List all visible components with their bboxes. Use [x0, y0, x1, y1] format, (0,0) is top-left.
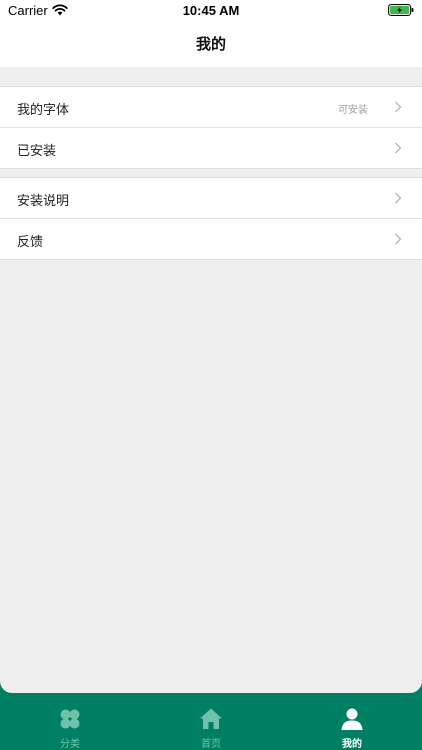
battery-charging-icon — [388, 4, 414, 16]
chevron-right-icon — [395, 142, 402, 154]
chevron-right-icon — [395, 192, 402, 204]
tab-profile[interactable]: 我的 — [282, 693, 422, 750]
page-title: 我的 — [195, 35, 226, 53]
clover-icon — [60, 709, 80, 729]
status-bar: Carrier 10:45 AM — [0, 0, 422, 22]
menu-item-label: 我的字体 — [17, 103, 70, 118]
person-icon — [341, 708, 363, 730]
settings-group-fonts: 我的字体 可安装 已安装 — [0, 86, 422, 169]
menu-item-label: 安装说明 — [17, 194, 70, 209]
chevron-right-icon — [395, 233, 402, 245]
header: Carrier 10:45 AM 我的 — [0, 0, 422, 67]
menu-item-feedback[interactable]: 反馈 — [0, 218, 422, 259]
tab-home[interactable]: 首页 — [141, 693, 281, 750]
tab-label: 首页 — [201, 739, 221, 750]
tab-category[interactable]: 分类 — [0, 693, 140, 750]
menu-item-my-fonts[interactable]: 我的字体 可安装 — [0, 87, 422, 127]
menu-item-label: 反馈 — [17, 235, 44, 250]
menu-item-value: 可安装 — [338, 105, 368, 116]
menu-item-installed[interactable]: 已安装 — [0, 127, 422, 168]
screen: Carrier 10:45 AM 我的 我的字体 可安装 已安装 安装说明 反馈… — [0, 0, 422, 750]
menu-item-install-guide[interactable]: 安装说明 — [0, 178, 422, 218]
tab-bar: 分类 首页 我的 — [0, 693, 422, 750]
settings-group-help: 安装说明 反馈 — [0, 177, 422, 260]
clock: 10:45 AM — [182, 3, 240, 18]
tab-label: 分类 — [60, 739, 80, 750]
content-area: Carrier 10:45 AM 我的 我的字体 可安装 已安装 安装说明 反馈 — [0, 0, 422, 693]
tab-label: 我的 — [342, 739, 362, 750]
home-icon — [200, 708, 222, 729]
menu-item-label: 已安装 — [17, 144, 57, 159]
chevron-right-icon — [395, 101, 402, 113]
